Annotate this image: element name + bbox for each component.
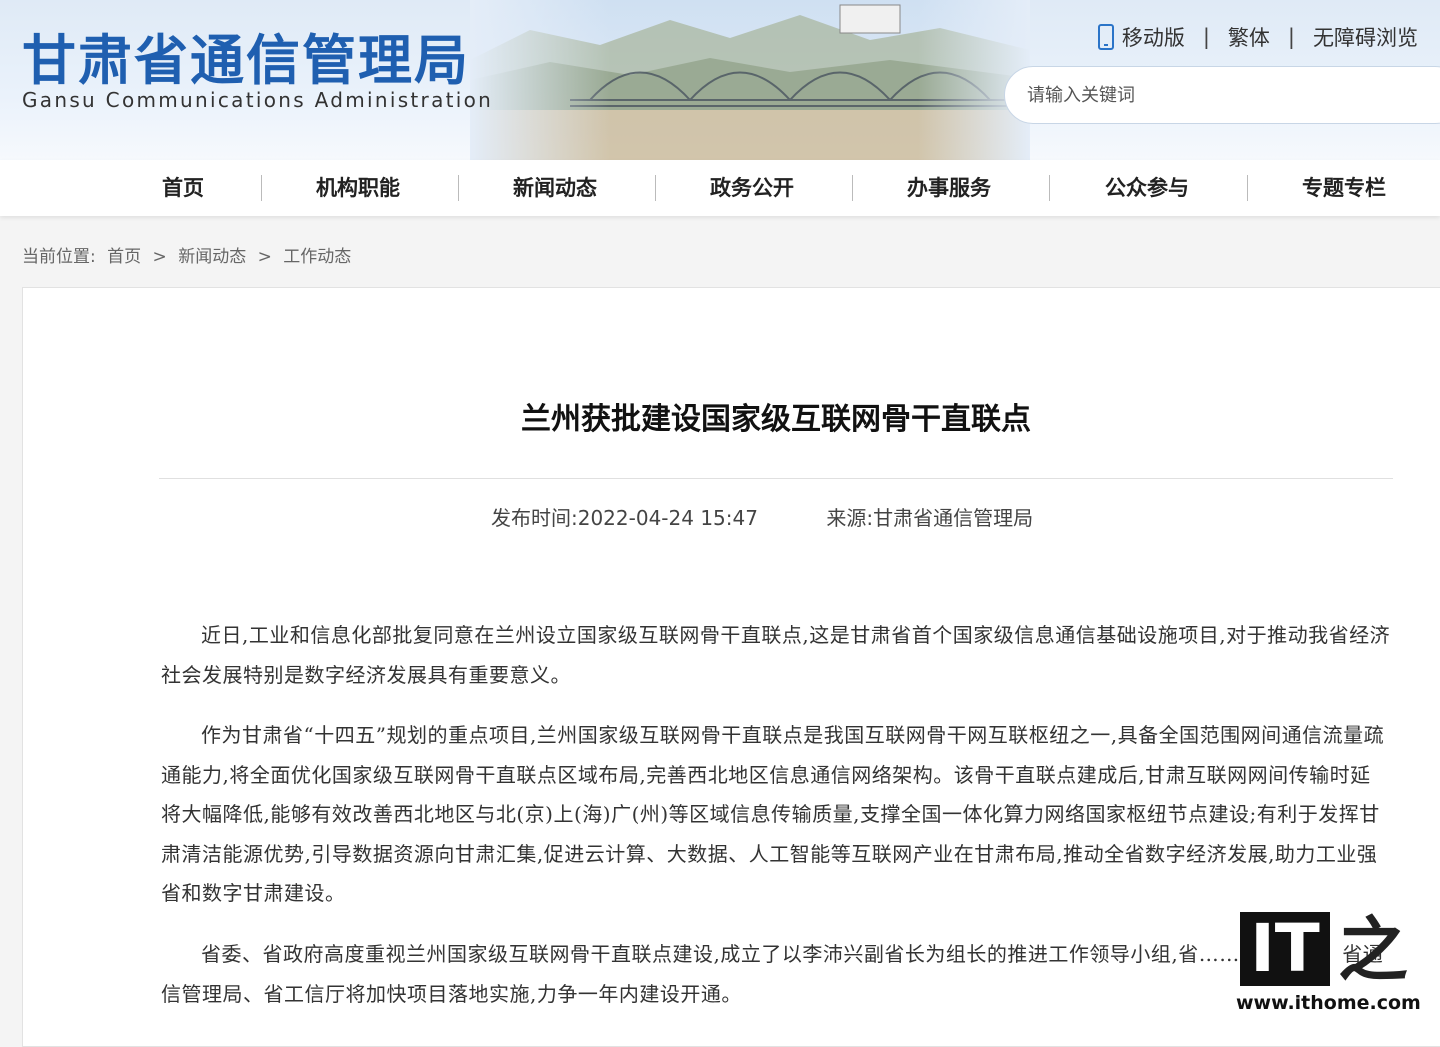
breadcrumb: 当前位置: 首页 > 新闻动态 > 工作动态 xyxy=(22,242,357,267)
main-nav: 首页 机构职能 新闻动态 政务公开 办事服务 公众参与 专题专栏 xyxy=(0,160,1440,216)
nav-item-special-topics[interactable]: 专题专栏 xyxy=(1284,160,1404,216)
watermark-url: www.ithome.com xyxy=(1236,992,1421,1014)
accessibility-link[interactable]: 无障碍浏览 xyxy=(1313,22,1418,52)
breadcrumb-item-home[interactable]: 首页 xyxy=(107,247,141,267)
article-source: 来源:甘肃省通信管理局 xyxy=(826,506,1034,530)
nav-divider xyxy=(1049,175,1050,201)
nav-divider xyxy=(261,175,262,201)
nav-item-functions[interactable]: 机构职能 xyxy=(298,160,418,216)
top-links: 移动版 | 繁体 | 无障碍浏览 xyxy=(1097,22,1418,52)
link-separator: | xyxy=(1287,25,1295,49)
nav-divider xyxy=(852,175,853,201)
mobile-version-link[interactable]: 移动版 xyxy=(1122,22,1185,52)
nav-item-services[interactable]: 办事服务 xyxy=(889,160,1009,216)
breadcrumb-separator: > xyxy=(257,247,272,267)
site-logo-title[interactable]: 甘肃省通信管理局 xyxy=(22,16,470,95)
breadcrumb-item-work-news[interactable]: 工作动态 xyxy=(283,247,351,267)
watermark-logo-block: IT xyxy=(1240,912,1330,986)
link-separator: | xyxy=(1202,25,1210,49)
publish-time: 发布时间:2022-04-24 15:47 xyxy=(491,506,758,530)
breadcrumb-item-news[interactable]: 新闻动态 xyxy=(178,247,246,267)
breadcrumb-separator: > xyxy=(152,247,167,267)
nav-divider xyxy=(1247,175,1248,201)
site-logo-subtitle: Gansu Communications Administration xyxy=(22,88,494,112)
article-title: 兰州获批建设国家级互联网骨干直联点 xyxy=(521,402,1031,437)
title-divider xyxy=(159,478,1393,479)
traditional-chinese-link[interactable]: 繁体 xyxy=(1228,22,1270,52)
article-paragraph: 省委、省政府高度重视兰州国家级互联网骨干直联点建设,成立了以李沛兴副省长为组长的… xyxy=(161,942,1384,1006)
nav-item-news[interactable]: 新闻动态 xyxy=(495,160,615,216)
mobile-phone-icon xyxy=(1097,24,1114,50)
site-header: 甘肃省通信管理局 Gansu Communications Administra… xyxy=(0,0,1440,160)
article-paragraph: 作为甘肃省“十四五”规划的重点项目,兰州国家级互联网骨干直联点是我国互联网骨干网… xyxy=(161,723,1385,905)
nav-divider xyxy=(458,175,459,201)
ithome-watermark: IT 之 www.ithome.com xyxy=(1234,908,1424,1020)
breadcrumb-label: 当前位置: xyxy=(22,247,96,267)
search-input[interactable] xyxy=(1004,66,1440,124)
nav-item-government-affairs[interactable]: 政务公开 xyxy=(692,160,812,216)
bridge-banner-image xyxy=(470,0,1030,160)
nav-item-public-participation[interactable]: 公众参与 xyxy=(1087,160,1207,216)
nav-divider xyxy=(655,175,656,201)
nav-item-home[interactable]: 首页 xyxy=(133,160,233,216)
watermark-logo-char: 之 xyxy=(1338,909,1408,991)
article-meta: 发布时间:2022-04-24 15:47 来源:甘肃省通信管理局 xyxy=(491,502,1033,531)
article-container: 兰州获批建设国家级互联网骨干直联点 发布时间:2022-04-24 15:47 … xyxy=(22,287,1440,1047)
article-paragraph: 近日,工业和信息化部批复同意在兰州设立国家级互联网骨干直联点,这是甘肃省首个国家… xyxy=(161,623,1391,687)
